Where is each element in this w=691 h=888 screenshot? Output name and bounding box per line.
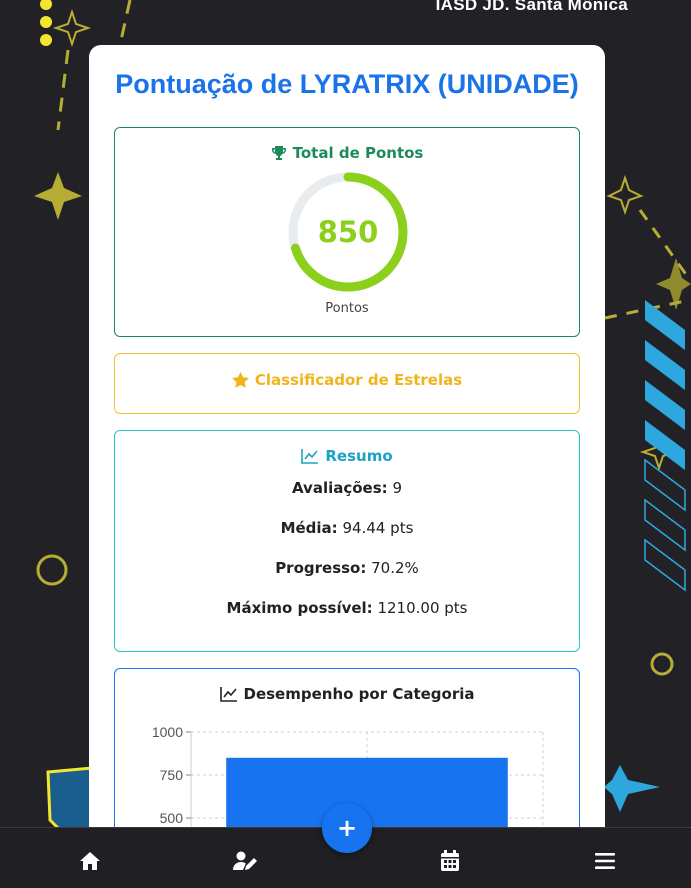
calendar-icon[interactable] [437,848,463,874]
star-classifier-panel[interactable]: Classificador de Estrelas [114,353,580,414]
add-button[interactable]: + [322,803,372,853]
total-points-label: Total de Pontos [292,144,424,162]
line-chart-icon [301,448,319,464]
page-title: Pontuação de LYRATRIX (UNIDADE) [115,69,579,99]
tick-label: 500 [160,810,184,826]
star-classifier-heading: Classificador de Estrelas [115,371,579,389]
stat-maximo: Máximo possível: 1210.00 pts [226,599,468,617]
organization-name: IASD JD. Santa Mônica [435,0,628,14]
tick-label: 1000 [152,724,183,740]
tick-label: 750 [160,767,184,783]
stat-progresso: Progresso: 70.2% [275,559,419,577]
points-value: 850 [317,215,379,249]
star-icon [231,372,249,388]
stat-media: Média: 94.44 pts [280,519,414,537]
menu-icon[interactable] [592,848,618,874]
star-classifier-label: Classificador de Estrelas [254,371,463,389]
stat-avaliacoes: Avaliações: 9 [291,479,402,497]
total-points-panel: Total de Pontos 850 Pontos [114,127,580,337]
summary-label: Resumo [325,447,393,465]
trophy-icon [271,145,287,161]
summary-heading: Resumo [115,447,579,465]
home-icon[interactable] [77,848,103,874]
total-points-heading: Total de Pontos [115,144,579,162]
points-unit-label: Pontos [325,301,369,316]
user-edit-icon[interactable] [232,848,258,874]
summary-panel: Resumo Avaliações: 9 Média: 94.44 pts Pr… [114,430,580,652]
score-card: Pontuação de LYRATRIX (UNIDADE) Total de… [89,45,605,846]
